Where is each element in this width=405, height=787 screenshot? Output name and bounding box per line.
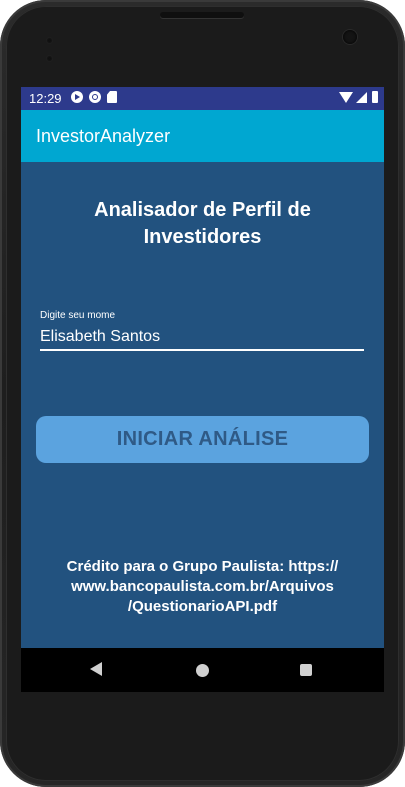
name-input[interactable] xyxy=(40,325,364,351)
credit-line-2: www.bancopaulista.com.br/Arquivos xyxy=(71,578,334,595)
start-analysis-button[interactable]: INICIAR ANÁLISE xyxy=(36,416,369,463)
system-icons xyxy=(339,91,378,103)
battery-icon xyxy=(372,91,378,103)
wifi-icon xyxy=(339,91,353,103)
sd-card-icon xyxy=(107,91,117,103)
home-icon[interactable] xyxy=(196,664,209,677)
name-field-label: Digite seu mome xyxy=(40,310,116,321)
front-camera xyxy=(343,30,357,44)
app-bar: InvestorAnalyzer xyxy=(21,110,384,162)
navigation-bar xyxy=(21,648,384,692)
signal-icon xyxy=(356,91,367,103)
page-title: Analisador de Perfil de Investidores xyxy=(21,197,384,251)
back-icon[interactable] xyxy=(90,662,102,676)
play-circle-icon xyxy=(71,91,83,103)
page-title-line-1: Analisador de Perfil de xyxy=(94,199,311,221)
recents-icon[interactable] xyxy=(300,664,312,676)
notification-icons xyxy=(71,91,117,103)
credit-line-3: /QuestionarioAPI.pdf xyxy=(127,598,278,615)
device-screen: 12:29 InvestorAnalyzer Analisador de Per… xyxy=(21,87,384,692)
status-time: 12:29 xyxy=(29,91,62,106)
app-title: InvestorAnalyzer xyxy=(36,126,171,146)
earpiece-speaker xyxy=(160,12,244,18)
g-circle-icon xyxy=(89,91,101,103)
credit-text: Crédito para o Grupo Paulista: https:// … xyxy=(21,557,384,617)
front-sensors xyxy=(46,31,64,62)
status-bar: 12:29 xyxy=(21,87,384,110)
phone-frame: 12:29 InvestorAnalyzer Analisador de Per… xyxy=(0,0,405,787)
page-title-line-2: Investidores xyxy=(143,226,262,248)
credit-line-1: Crédito para o Grupo Paulista: https:// xyxy=(66,558,339,575)
